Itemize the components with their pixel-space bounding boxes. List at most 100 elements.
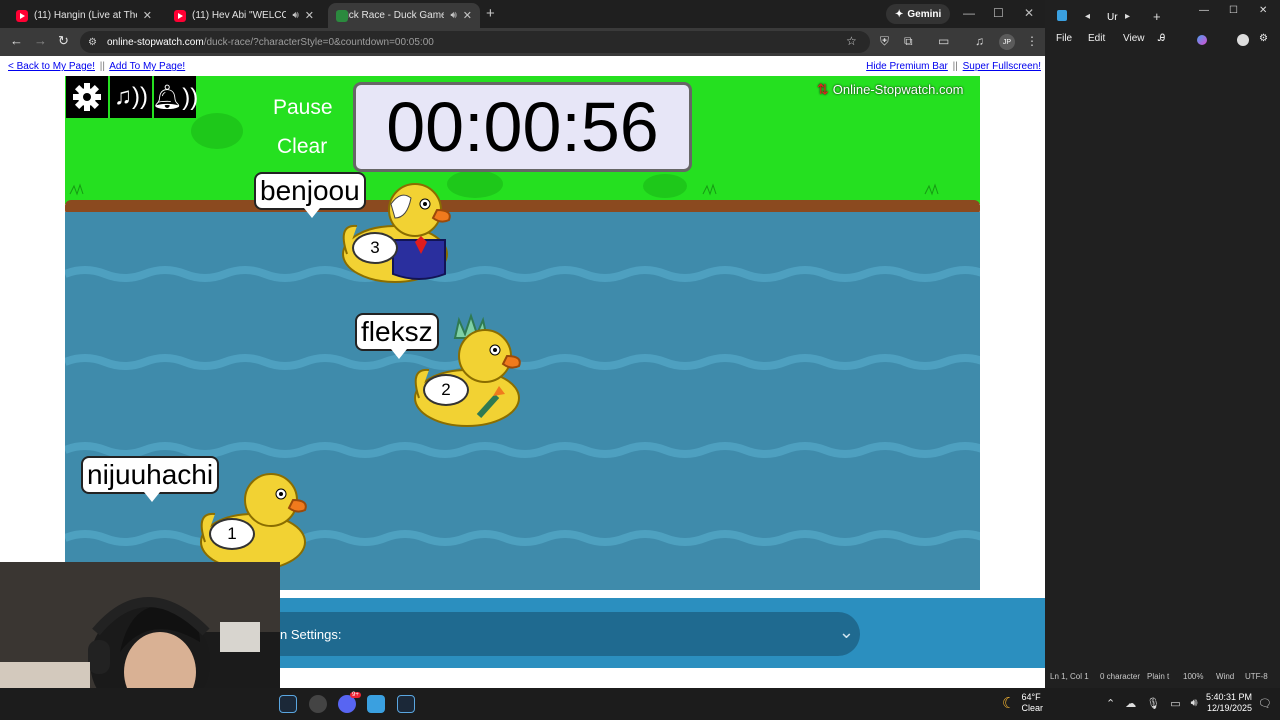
cursor-position: Ln 1, Col 1 [1050,672,1089,681]
bookmark-star-icon[interactable]: ☆ [846,34,857,48]
notepad-icon [1057,10,1067,21]
notification-icon[interactable]: 🗨︎ [1258,697,1272,710]
gemini-button[interactable]: ✦ Gemini [886,4,951,24]
music-icon: ♫)) [114,83,148,110]
profile-avatar[interactable]: JP [999,34,1015,50]
brand-logo[interactable]: ⇅ Online-Stopwatch.com [817,81,964,98]
speaker-icon[interactable]: 🔊︎ [292,10,298,21]
maximize-icon[interactable]: ☐ [1229,5,1238,16]
duck-icon [336,9,348,22]
maximize-icon[interactable]: ☐ [993,6,1004,20]
app-icon[interactable] [309,695,327,713]
menu-view[interactable]: View [1123,33,1145,44]
countdown-timer: 00:00:56 [353,82,692,172]
clock-time: 5:40:31 PM [1205,692,1252,702]
system-tray: ⌃ ☁︎ 🎙︎ ▭ 🔊︎ [1106,697,1198,710]
file-format: Plain t [1147,672,1170,681]
character-count: 0 character [1100,672,1141,681]
notepad-icon[interactable] [367,695,385,713]
close-window-icon[interactable]: ✕ [1024,6,1034,20]
new-tab-icon[interactable]: + [486,5,495,22]
duck-1 [200,473,307,570]
music-toggle-button[interactable]: ♫)) [110,76,152,118]
back-to-my-page-link[interactable]: < Back to My Page! [8,61,95,72]
volume-icon[interactable]: 🔊︎ [1191,697,1198,710]
cloud-icon[interactable]: ☁︎ [1125,697,1136,710]
site-info-icon[interactable]: ⚙︎ [88,37,97,48]
notepad-tab[interactable]: Ur [1107,12,1118,23]
system-clock[interactable]: 5:40:31 PM 12/19/2025 [1202,692,1252,714]
display-icon[interactable]: ▭ [1170,697,1180,710]
extensions-icon[interactable]: ⧉ [904,34,913,49]
settings-dropdown[interactable]: n Settings: ⌄ [240,612,860,656]
copilot-icon[interactable] [1197,35,1207,45]
tab-title: (11) Hangin (Live at The Cozy C [34,10,137,21]
brand-text: Online-Stopwatch.com [832,82,964,97]
speaker-icon[interactable]: 🔊︎ [450,10,456,21]
moon-icon: ☾ [1002,695,1016,712]
close-tab-icon[interactable]: ✕ [463,9,472,22]
account-icon[interactable] [1237,34,1249,46]
gear-icon [73,83,101,111]
chevron-down-icon[interactable]: ⌄ [839,622,854,643]
pause-button[interactable]: Pause [273,96,333,120]
taskbar: 9+ ☾ 64°F Clear ⌃ ☁︎ 🎙︎ ▭ 🔊︎ 5:40:31 PM … [0,688,1280,720]
address-bar[interactable]: ⚙︎ online-stopwatch.com/duck-race/?chara… [80,31,870,53]
back-icon[interactable]: ← [10,33,23,48]
super-fullscreen-link[interactable]: Super Fullscreen! [963,61,1041,72]
cast-icon[interactable]: ▭ [938,34,949,48]
tab-youtube-hev-abi[interactable]: (11) Hev Abi "WELCOME2D 🔊︎ ✕ [166,3,322,28]
reload-icon[interactable]: ↻ [58,33,69,49]
menu-file[interactable]: File [1056,33,1072,44]
discord-badge: 9+ [350,692,361,698]
gear-icon[interactable]: ⚙︎ [1259,33,1268,44]
duck-2 [414,312,521,427]
arrows-icon: ⇅ [817,81,829,97]
clock-date: 12/19/2025 [1206,703,1252,713]
premium-bar: < Back to My Page! || Add To My Page! Hi… [0,56,1045,76]
new-tab-icon[interactable]: + [1153,9,1161,24]
menu-kebab-icon[interactable]: ⋮ [1026,34,1038,48]
line-ending: Wind [1216,672,1235,681]
duck-number-tag: 1 [209,518,255,550]
separator: || [952,61,958,72]
minimize-icon[interactable]: — [963,6,975,20]
separator: || [99,61,105,72]
forward-icon[interactable]: → [34,33,47,48]
youtube-icon [16,9,28,22]
tab-youtube-hangin[interactable]: (11) Hangin (Live at The Cozy C ✕ [8,3,160,28]
tab-scroll-right-icon[interactable]: ▸ [1125,11,1130,22]
encoding: UTF-8 [1245,672,1268,681]
tab-duck-race[interactable]: Duck Race - Duck Games 🔊︎ ✕ [328,3,480,28]
settings-label: n Settings: [280,626,342,642]
sparkle-icon: ✦ [895,8,904,20]
duck-race-game: ♫)) 🔔︎)) Pause Clear 00:00:56 ⇅ Online-S… [65,76,980,590]
steam-icon[interactable] [279,695,297,713]
close-window-icon[interactable]: ✕ [1259,5,1267,16]
bell-icon: 🔔︎)) [151,83,199,111]
clear-button[interactable]: Clear [277,135,327,159]
tab-strip: (11) Hangin (Live at The Cozy C ✕ (11) H… [0,0,1045,28]
add-to-my-page-link[interactable]: Add To My Page! [109,61,185,72]
url-host: online-stopwatch.com [106,36,204,48]
settings-button[interactable] [66,76,108,118]
sound-toggle-button[interactable]: 🔔︎)) [151,76,199,118]
steam-icon[interactable] [397,695,415,713]
shield-icon[interactable]: ⛨ [880,34,889,49]
close-tab-icon[interactable]: ✕ [305,9,314,22]
media-icon[interactable]: ♫ [975,34,984,48]
weather-widget[interactable]: ☾ 64°F Clear [1002,692,1043,714]
hide-premium-bar-link[interactable]: Hide Premium Bar [866,61,948,72]
microphone-icon[interactable]: 🎙︎ [1146,697,1160,710]
tab-scroll-left-icon[interactable]: ◂ [1085,11,1090,22]
youtube-icon [174,9,186,22]
notepad-window: ◂ Ur ▸ + — ☐ ✕ File Edit View Ꭿ ⚙︎ Ln 1,… [1045,0,1280,688]
chevron-up-icon[interactable]: ⌃ [1106,697,1115,710]
tab-title: (11) Hev Abi "WELCOME2D [192,10,287,21]
gemini-label: Gemini [907,8,942,20]
close-tab-icon[interactable]: ✕ [143,9,152,22]
browser-toolbar: ← → ↻ ⚙︎ online-stopwatch.com/duck-race/… [0,28,1045,56]
menu-edit[interactable]: Edit [1088,33,1105,44]
text-format-icon[interactable]: Ꭿ [1158,33,1165,44]
minimize-icon[interactable]: — [1199,5,1209,16]
